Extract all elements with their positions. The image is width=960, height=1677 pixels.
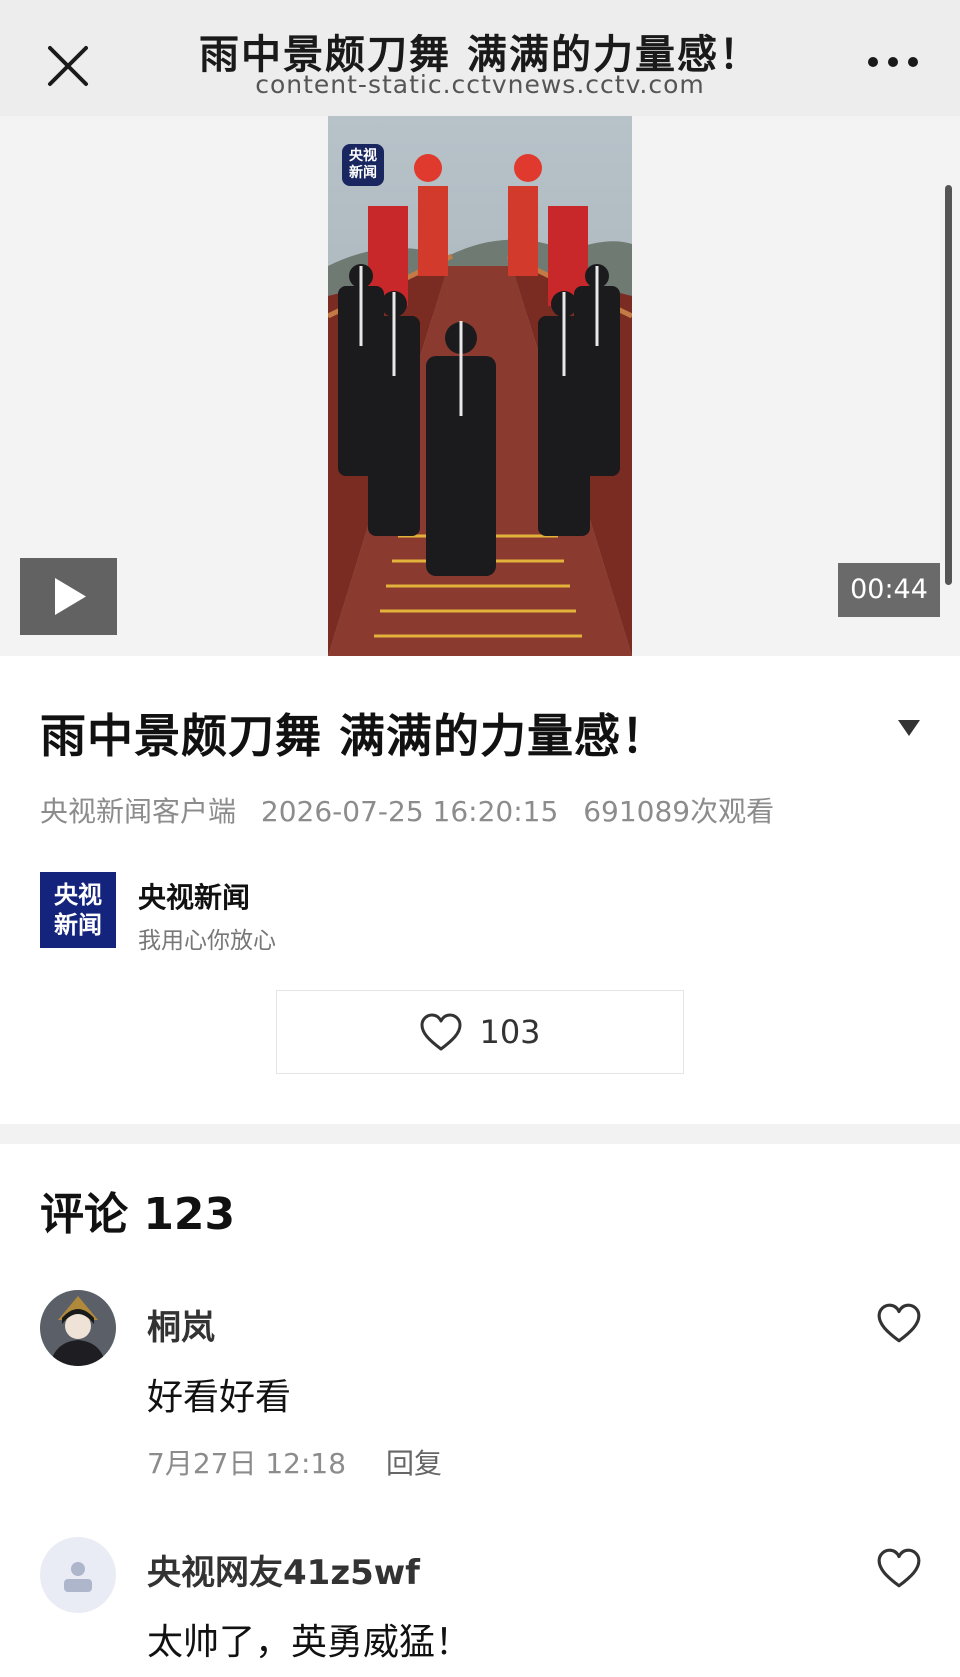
more-options-button[interactable] (868, 55, 918, 69)
watermark-line-1: 央视 (349, 148, 377, 164)
article-meta: 央视新闻客户端 2026-07-25 16:20:15 691089次观看 (40, 790, 790, 830)
comment-like-button[interactable] (876, 1302, 922, 1344)
commenter-avatar[interactable] (40, 1290, 116, 1366)
author-avatar[interactable]: 央视 新闻 (40, 872, 116, 948)
default-avatar-icon (40, 1537, 116, 1613)
play-button[interactable] (20, 558, 117, 635)
play-icon (55, 578, 86, 615)
page-url: content-static.cctvnews.cctv.com (255, 70, 705, 99)
more-dot-icon (908, 57, 918, 67)
commenter-name[interactable]: 桐岚 (147, 1300, 215, 1349)
article-views: 691089次观看 (583, 795, 775, 828)
reply-button[interactable]: 回复 (386, 1442, 442, 1482)
heart-icon (877, 1548, 921, 1588)
scrollbar[interactable] (945, 185, 952, 585)
more-dot-icon (868, 57, 878, 67)
author-slogan: 我用心你放心 (138, 928, 276, 954)
close-button[interactable] (40, 38, 96, 94)
heart-icon (420, 1013, 462, 1051)
close-icon (48, 46, 88, 86)
expand-button[interactable] (898, 720, 920, 740)
comments-header: 评论 123 (40, 1189, 236, 1240)
author-logo-line-2: 新闻 (54, 911, 102, 939)
video-duration: 00:44 (838, 563, 940, 617)
article-source: 央视新闻客户端 (40, 795, 237, 828)
heart-icon (877, 1303, 921, 1343)
comment-like-button[interactable] (876, 1547, 922, 1589)
article-datetime: 2026-07-25 16:20:15 (260, 795, 559, 828)
like-count: 103 (479, 1013, 541, 1051)
commenter-avatar[interactable] (40, 1537, 116, 1613)
commenter-name[interactable]: 央视网友41z5wf (147, 1545, 420, 1594)
author-name[interactable]: 央视新闻 (138, 876, 250, 916)
article-title: 雨中景颇刀舞 满满的力量感！ (40, 709, 669, 763)
video-player[interactable]: 央视 新闻 00:44 (0, 116, 960, 656)
top-bar: 雨中景颇刀舞 满满的力量感！ content-static.cctvnews.c… (0, 0, 960, 116)
like-button[interactable]: 103 (276, 990, 684, 1074)
watermark-line-2: 新闻 (349, 165, 377, 181)
cctv-watermark-logo: 央视 新闻 (342, 144, 384, 186)
triangle-down-icon (898, 720, 920, 736)
author-logo-line-1: 央视 (54, 881, 102, 909)
video-thumbnail[interactable]: 央视 新闻 (328, 116, 632, 656)
section-divider (0, 1124, 960, 1144)
comment-time: 7月27日 12:18 (147, 1447, 347, 1480)
more-dot-icon (888, 57, 898, 67)
comment-text: 太帅了，英勇威猛！ (147, 1622, 472, 1663)
comment-text: 好看好看 (147, 1377, 292, 1418)
